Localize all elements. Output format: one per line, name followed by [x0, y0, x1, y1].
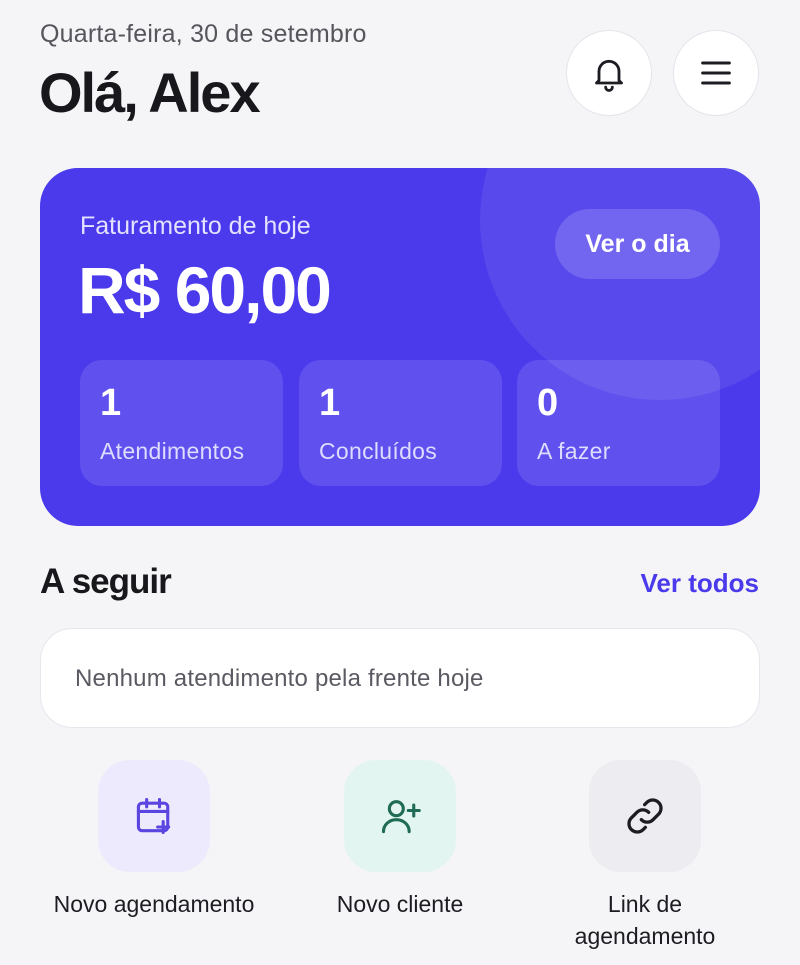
stat-appointments: 1 Atendimentos: [80, 360, 283, 486]
stat-label: Atendimentos: [100, 438, 245, 464]
new-appointment-label: Novo agendamento: [53, 891, 255, 917]
user-plus-icon: [381, 800, 421, 834]
stat-value: 1: [319, 382, 341, 424]
booking-link-label: Link de agendamento: [574, 891, 716, 949]
empty-state-message: Nenhum atendimento pela frente hoje: [75, 665, 484, 692]
revenue-label: Faturamento de hoje: [80, 212, 311, 240]
link-icon: [627, 798, 663, 834]
notifications-button[interactable]: [566, 30, 652, 116]
booking-link-action[interactable]: Link de agendamento: [535, 760, 755, 952]
new-appointment-action[interactable]: Novo agendamento: [44, 760, 264, 920]
new-client-label: Novo cliente: [336, 891, 464, 917]
upcoming-section-title: A seguir: [40, 562, 172, 601]
booking-link-tile[interactable]: [589, 760, 701, 872]
home-screen: Quarta-feira, 30 de setembro Olá, Alex F…: [0, 0, 800, 965]
new-appointment-tile[interactable]: [98, 760, 210, 872]
greeting-title: Olá, Alex: [39, 61, 261, 124]
revenue-card: Faturamento de hoje R$ 60,00 Ver o dia 1…: [40, 168, 760, 526]
stat-value: 0: [537, 382, 559, 424]
menu-button[interactable]: [673, 30, 759, 116]
hamburger-menu-icon: [701, 61, 731, 85]
stat-completed: 1 Concluídos: [299, 360, 502, 486]
new-client-tile[interactable]: [344, 760, 456, 872]
stat-value: 1: [100, 382, 122, 424]
calendar-plus-icon: [136, 797, 171, 835]
stat-label: A fazer: [537, 438, 611, 464]
upcoming-empty-card: Nenhum atendimento pela frente hoje: [40, 628, 760, 728]
new-client-action[interactable]: Novo cliente: [290, 760, 510, 920]
current-date: Quarta-feira, 30 de setembro: [40, 20, 367, 48]
see-all-link[interactable]: Ver todos: [641, 568, 759, 599]
stat-label: Concluídos: [319, 438, 438, 464]
stat-to-do: 0 A fazer: [517, 360, 720, 486]
view-day-button[interactable]: Ver o dia: [555, 209, 720, 279]
bell-icon: [595, 59, 623, 92]
revenue-amount: R$ 60,00: [78, 253, 332, 327]
